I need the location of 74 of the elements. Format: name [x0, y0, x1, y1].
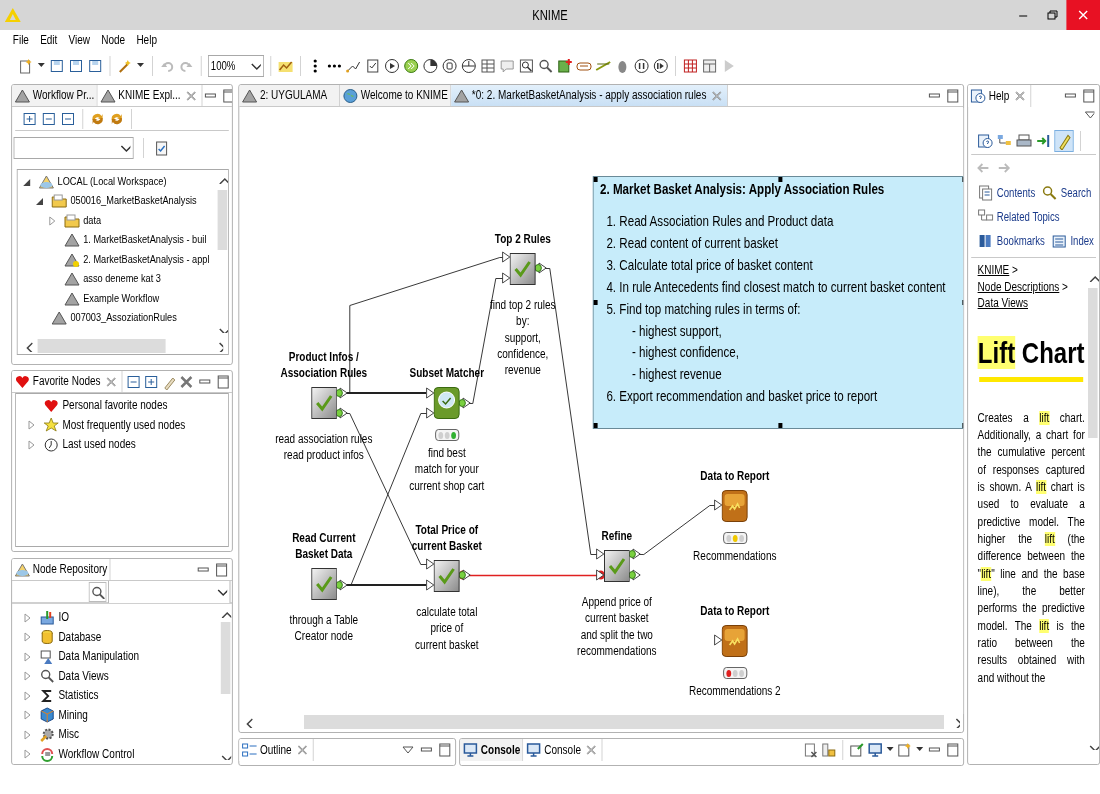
annotation-line: - highest support, [631, 321, 723, 341]
node-description: Append price of current basket and split the two recommendations [577, 594, 657, 660]
tree-item[interactable]: LOCAL (Local Workspace) [57, 174, 167, 189]
breadcrumb: KNIME > Node Descriptions > Data Views [977, 262, 1069, 312]
tree-item[interactable]: data [83, 213, 102, 228]
node-description: find best match for your current shop cart [409, 445, 485, 494]
tree-item[interactable]: Workflow Control [58, 746, 135, 762]
node-description: find top 2 rules by: support, confidence, revenue [490, 297, 556, 379]
node-title: Data to Report [700, 468, 770, 484]
panel-tab[interactable]: KNIME Expl... [97, 85, 203, 106]
panel-tab[interactable]: 2: UYGULAMA [239, 85, 340, 106]
tree-item[interactable]: Data Views [58, 668, 109, 684]
annotation-line: 6. Export recommendation and basket price to report [605, 387, 879, 407]
help-paragraph: Creates a lift chart. Additionally, a chart for the cumulative percent of responses captured is shown. A lift chart is used to evaluate a predictive model. The higher the lift (the difference between the "lift" line and the base line), the better performs the predictive model. The lift is the ratio between the results obtained with and without the [977, 409, 1085, 687]
panel-tab[interactable]: Workflow Pr... [12, 85, 98, 106]
annotation-title: 2. Market Basket Analysis: Apply Association Rules [600, 181, 886, 197]
menu-item[interactable]: Edit [40, 32, 58, 48]
tree-item[interactable]: IO [58, 610, 69, 626]
annotation-line: 1. Read Association Rules and Product data [605, 212, 835, 231]
help-link[interactable]: Search [1060, 185, 1092, 201]
node-description: through a Table Creator node [289, 612, 359, 645]
tree-item[interactable]: 2. MarketBasketAnalysis - appl [83, 252, 210, 267]
annotation-line: 2. Read content of current basket [605, 233, 779, 253]
menu-item[interactable]: Help [136, 32, 157, 48]
node-title: Refine [601, 528, 633, 544]
menu-item[interactable]: File [12, 32, 29, 48]
panel-tab[interactable]: Outline [239, 739, 314, 761]
node-title: Data to Report [700, 603, 770, 619]
node-title: Subset Matcher [409, 365, 485, 381]
breadcrumb-link[interactable]: Node Descriptions [977, 279, 1060, 294]
tree-item[interactable]: Misc [58, 727, 79, 743]
help-link[interactable]: Contents [996, 185, 1036, 201]
tree-item[interactable]: Database [58, 629, 102, 645]
tree-item[interactable]: Example Workflow [83, 291, 160, 306]
annotation-line: - highest confidence, [631, 343, 741, 363]
panel-tab[interactable]: Help [968, 85, 1031, 107]
tree-item[interactable]: 007003_AssoziationRules [70, 311, 177, 326]
breadcrumb-link[interactable]: Data Views [977, 296, 1028, 310]
menu-item[interactable]: Node [101, 32, 126, 48]
tree-item[interactable]: Last used nodes [62, 437, 136, 453]
tree-item[interactable]: Personal favorite nodes [62, 398, 168, 414]
help-link[interactable]: Index [1070, 233, 1094, 249]
breadcrumb-link[interactable]: KNIME [977, 263, 1010, 277]
node-description: calculate total price of current basket [415, 604, 479, 653]
annotation-line: 3. Calculate total price of basket content [605, 255, 814, 275]
tree-item[interactable]: 050016_MarketBasketAnalysis [70, 194, 197, 209]
panel-tab[interactable]: Favorite Nodes [12, 371, 123, 392]
help-link[interactable]: Bookmarks [996, 233, 1045, 249]
annotation-line: - highest revenue [631, 365, 723, 385]
node-description: Recommendations [693, 548, 777, 565]
help-link[interactable]: Related Topics [996, 209, 1060, 225]
tree-item[interactable]: 1. MarketBasketAnalysis - buil [83, 233, 207, 248]
panel-tab[interactable]: Console [460, 739, 524, 761]
menu-item[interactable]: View [68, 32, 91, 48]
annotation-line: 4. In rule Antecedents find closest match to current basket content [605, 277, 947, 297]
node-title: Read Current Basket Data [292, 530, 356, 562]
tree-item[interactable]: Data Manipulation [58, 649, 139, 665]
node-description: read association rules read product infos [275, 431, 373, 464]
panel-tab[interactable]: *0: 2. MarketBasketAnalysis - apply association rules [451, 85, 729, 106]
panel-tab[interactable]: Node Repository [12, 559, 111, 580]
tree-item[interactable]: Mining [58, 707, 88, 723]
node-title: Total Price of current Basket [411, 522, 482, 554]
help-heading: Lift Chart [977, 334, 1085, 371]
zoom-select[interactable]: 100% [207, 55, 264, 77]
tree-item[interactable]: Statistics [58, 688, 99, 704]
tree-item[interactable]: asso deneme kat 3 [83, 272, 161, 287]
annotation-line: 5. Find top matching rules in terms of: [605, 299, 802, 319]
panel-tab[interactable]: Console [523, 739, 603, 761]
node-description: Recommendations 2 [688, 683, 781, 700]
window-title: KNIME [532, 7, 568, 24]
panel-tab[interactable]: Welcome to KNIME [340, 85, 452, 106]
node-title: Top 2 Rules [494, 231, 551, 247]
tree-item[interactable]: Most frequently used nodes [62, 417, 186, 433]
node-title: Product Infos / Association Rules [280, 349, 368, 381]
